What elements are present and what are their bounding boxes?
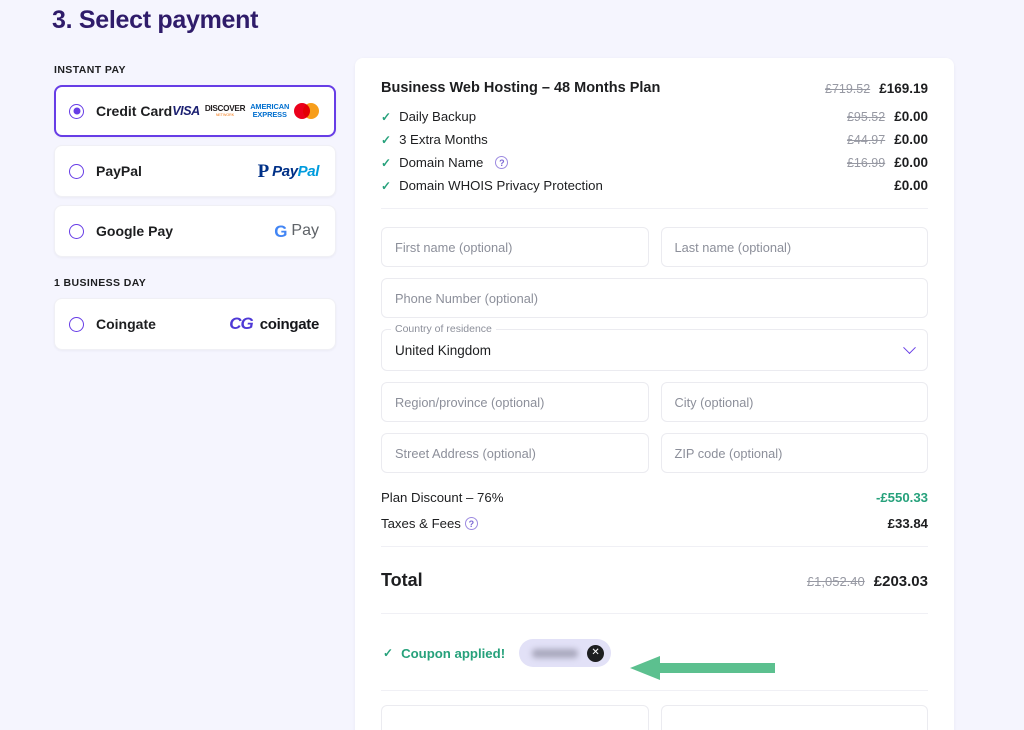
- feature-new-price: £0.00: [894, 132, 928, 147]
- divider: [381, 613, 928, 614]
- card-fields-row: [381, 705, 928, 730]
- google-pay-logos: G Pay: [274, 222, 319, 240]
- payment-option-label: Credit Card: [96, 103, 173, 119]
- coupon-code-masked: [532, 648, 579, 658]
- domain-name-help-icon[interactable]: ?: [495, 156, 509, 169]
- feature-label: Domain WHOIS Privacy Protection: [399, 178, 603, 193]
- check-icon: ✓: [381, 178, 392, 193]
- coupon-applied-status: ✓ Coupon applied!: [383, 646, 505, 661]
- street-address-input[interactable]: Street Address (optional): [381, 433, 649, 473]
- country-value: United Kingdom: [395, 342, 492, 358]
- coingate-logos: CG coingate: [229, 314, 319, 334]
- payment-option-coingate[interactable]: Coingate CG coingate: [54, 298, 336, 350]
- plan-old-price: £719.52: [825, 81, 871, 96]
- discount-label: Plan Discount – 76%: [381, 490, 504, 505]
- feature-label: Daily Backup: [399, 109, 477, 124]
- paypal-logos: P PayPal: [257, 160, 320, 182]
- region-city-row: Region/province (optional) City (optiona…: [381, 382, 928, 422]
- mastercard-icon: [294, 103, 320, 119]
- radio-coingate[interactable]: [69, 316, 84, 332]
- radio-credit-card[interactable]: [69, 103, 84, 119]
- feature-label: 3 Extra Months: [399, 132, 488, 147]
- divider: [381, 208, 928, 209]
- card-brand-logos: VISA DISCOVER NETWORK AMERICAN EXPRESS: [172, 102, 320, 119]
- google-pay-icon: G Pay: [274, 221, 319, 241]
- billing-form: First name (optional) Last name (optiona…: [381, 227, 928, 473]
- amex-icon: AMERICAN EXPRESS: [250, 102, 290, 119]
- feature-new-price: £0.00: [894, 178, 928, 193]
- check-icon: ✓: [381, 155, 392, 170]
- card-number-input[interactable]: [381, 705, 649, 730]
- taxes-help-icon[interactable]: ?: [464, 517, 478, 530]
- feature-label: Domain Name: [399, 155, 484, 170]
- coupon-row: ✓ Coupon applied! ✕: [381, 638, 928, 668]
- name-field-row: First name (optional) Last name (optiona…: [381, 227, 928, 267]
- check-icon: ✓: [381, 109, 392, 124]
- chevron-down-icon[interactable]: [903, 340, 916, 354]
- price-summary: Plan Discount – 76% -£550.33 Taxes & Fee…: [381, 490, 928, 531]
- discount-value: -£550.33: [875, 490, 928, 505]
- discount-row: Plan Discount – 76% -£550.33: [381, 490, 928, 505]
- visa-icon: VISA: [172, 104, 200, 118]
- payment-option-credit-card[interactable]: Credit Card VISA DISCOVER NETWORK AMERIC…: [54, 85, 336, 137]
- city-input[interactable]: City (optional): [660, 382, 928, 422]
- payment-option-label: PayPal: [96, 163, 142, 179]
- plan-prices: £719.52 £169.19: [825, 81, 928, 96]
- feature-old-price: £95.52: [846, 110, 886, 124]
- phone-number-input[interactable]: Phone Number (optional): [381, 278, 928, 318]
- divider: [381, 690, 928, 691]
- street-zip-row: Street Address (optional) ZIP code (opti…: [381, 433, 928, 473]
- payment-option-label: Coingate: [96, 316, 156, 332]
- plan-title: Business Web Hosting – 48 Months Plan: [381, 80, 661, 96]
- taxes-value: £33.84: [887, 516, 928, 531]
- instant-pay-label: INSTANT PAY: [54, 64, 126, 76]
- coingate-icon: CG coingate: [229, 314, 319, 333]
- page-title: 3. Select payment: [52, 6, 259, 34]
- plan-header-row: Business Web Hosting – 48 Months Plan £7…: [381, 80, 928, 96]
- feature-new-price: £0.00: [894, 109, 928, 124]
- total-row: Total £1,052.40 £203.03: [381, 570, 928, 591]
- region-input[interactable]: Region/province (optional): [381, 382, 649, 422]
- country-label: Country of residence: [391, 323, 496, 335]
- last-name-input[interactable]: Last name (optional): [660, 227, 928, 267]
- coupon-applied-label: Coupon applied!: [401, 645, 506, 661]
- payment-option-paypal[interactable]: PayPal P PayPal: [54, 145, 336, 197]
- order-summary-panel: Business Web Hosting – 48 Months Plan £7…: [355, 58, 954, 730]
- discover-icon: DISCOVER NETWORK: [204, 103, 246, 117]
- total-old-price: £1,052.40: [806, 574, 865, 589]
- taxes-label: Taxes & Fees: [381, 516, 461, 531]
- plan-new-price: £169.19: [879, 80, 928, 96]
- feature-row: ✓ Daily Backup £95.52 £0.00: [381, 109, 928, 124]
- remove-coupon-button[interactable]: ✕: [587, 644, 605, 662]
- payment-option-label: Google Pay: [96, 223, 174, 239]
- feature-row: ✓ 3 Extra Months £44.97 £0.00: [381, 132, 928, 147]
- phone-field-row: Phone Number (optional): [381, 278, 928, 318]
- total-label: Total: [381, 570, 423, 590]
- radio-paypal[interactable]: [69, 163, 84, 179]
- check-icon: ✓: [383, 646, 394, 660]
- divider: [381, 546, 928, 547]
- payment-option-google-pay[interactable]: Google Pay G Pay: [54, 205, 336, 257]
- business-day-label: 1 BUSINESS DAY: [54, 277, 147, 289]
- feature-row: ✓ Domain WHOIS Privacy Protection £0.00: [381, 178, 928, 193]
- check-icon: ✓: [381, 132, 392, 147]
- taxes-row: Taxes & Fees ? £33.84: [381, 516, 928, 531]
- coupon-chip: ✕: [519, 639, 612, 667]
- first-name-input[interactable]: First name (optional): [381, 227, 649, 267]
- country-select[interactable]: United Kingdom: [381, 329, 928, 371]
- total-new-price: £203.03: [873, 573, 928, 590]
- card-expiry-input[interactable]: [660, 705, 928, 730]
- zip-code-input[interactable]: ZIP code (optional): [660, 433, 928, 473]
- feature-new-price: £0.00: [894, 155, 928, 170]
- radio-google-pay[interactable]: [69, 223, 84, 239]
- feature-old-price: £16.99: [846, 156, 886, 170]
- paypal-icon: P PayPal: [257, 160, 320, 182]
- payment-methods-column: INSTANT PAY Credit Card VISA DISCOVER NE…: [54, 64, 336, 358]
- country-select-wrap: Country of residence United Kingdom: [381, 323, 928, 371]
- feature-row: ✓ Domain Name ? £16.99 £0.00: [381, 155, 928, 170]
- feature-old-price: £44.97: [846, 133, 886, 147]
